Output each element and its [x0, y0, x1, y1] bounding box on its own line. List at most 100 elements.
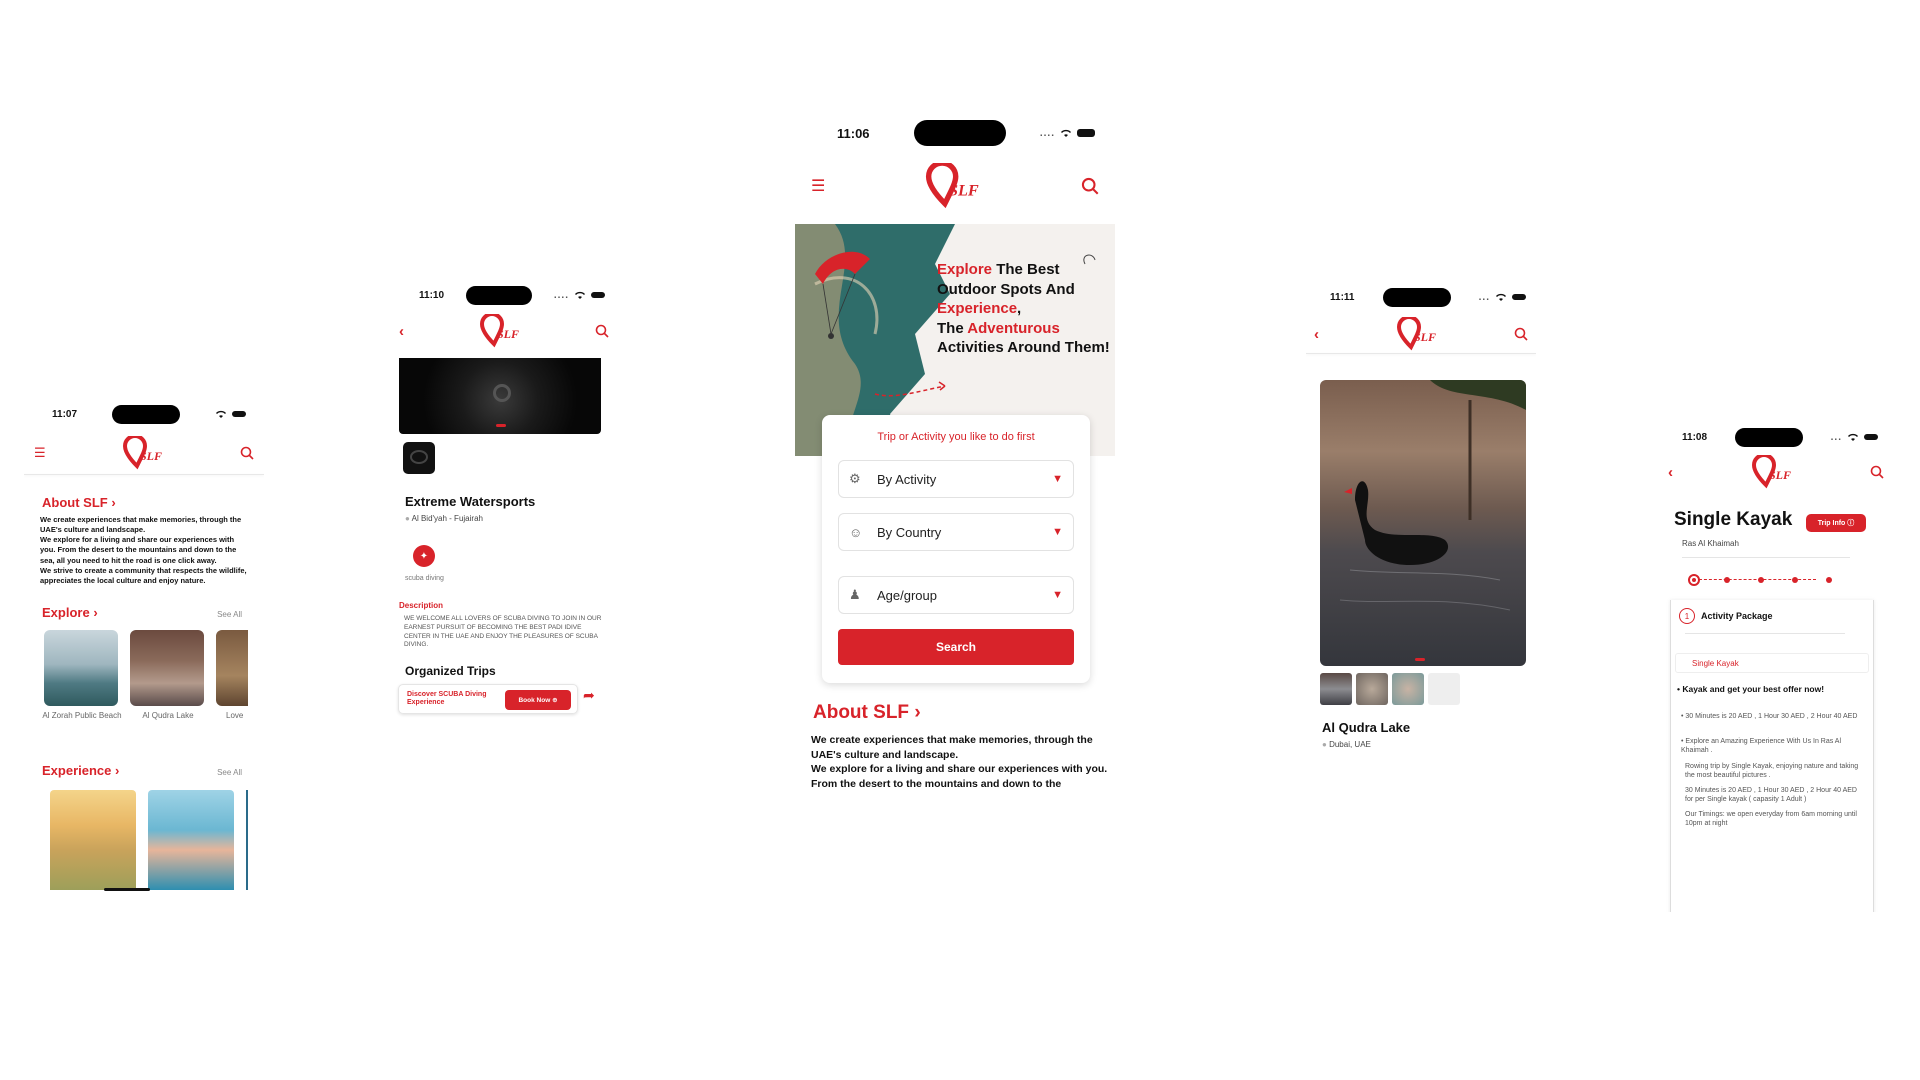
slf-logo[interactable]: SLF	[122, 436, 163, 470]
phone-screen-activity-detail: 11:10 .... ‹ SLF Extreme Watersports ● A…	[393, 275, 615, 745]
explore-card-image[interactable]	[130, 630, 204, 706]
explore-card-image[interactable]	[44, 630, 118, 706]
about-title: About SLF	[813, 702, 910, 723]
back-arrow-icon[interactable]: ‹	[399, 323, 404, 340]
back-arrow-icon[interactable]: ‹	[1668, 464, 1673, 481]
status-bar: 11:08 ...	[1660, 427, 1892, 447]
book-now-button[interactable]: Book Now ⊕	[505, 690, 571, 710]
gallery-thumbnail[interactable]	[1356, 673, 1388, 705]
status-time: 11:10	[419, 289, 445, 301]
activity-location: ● Al Bid'yah - Fujairah	[405, 514, 483, 523]
slf-logo[interactable]: SLF	[1751, 455, 1792, 489]
app-header: ‹ SLF	[393, 312, 615, 350]
location-pin-icon: ●	[1322, 740, 1327, 749]
dynamic-island	[1382, 287, 1451, 307]
hero-line1-rest: The Best	[992, 261, 1060, 278]
wifi-icon	[1060, 129, 1071, 137]
back-arrow-icon[interactable]: ‹	[1314, 326, 1319, 343]
country-icon: ☺	[849, 524, 863, 540]
signal-icon: ....	[1039, 127, 1055, 139]
country-select[interactable]: ☺ By Country ▼	[838, 513, 1074, 551]
experience-card-image[interactable]	[50, 790, 136, 890]
activity-icon: ⚙	[849, 471, 861, 486]
stepper-step[interactable]	[1724, 577, 1730, 583]
chevron-down-icon: ▼	[1052, 526, 1063, 538]
experience-heading[interactable]: Experience ›	[42, 763, 119, 778]
chevron-down-icon: ▼	[1052, 473, 1063, 485]
dynamic-island	[111, 404, 180, 424]
experience-see-all[interactable]: See All	[217, 768, 242, 777]
status-icons: ....	[1040, 128, 1095, 139]
gallery-thumbnail[interactable]	[1320, 673, 1352, 705]
explore-card-image[interactable]	[216, 630, 248, 706]
experience-card-image[interactable]	[148, 790, 234, 890]
hero-line3-accent: Experience	[937, 300, 1018, 317]
activity-select[interactable]: ⚙ By Activity ▼	[838, 460, 1074, 498]
package-bullet: • Explore an Amazing Experience With Us …	[1681, 738, 1842, 755]
gallery-thumbnail[interactable]	[1428, 673, 1460, 705]
search-card: Trip or Activity you like to do first ⚙ …	[822, 415, 1090, 683]
menu-icon[interactable]: ☰	[811, 176, 825, 196]
search-icon[interactable]	[1870, 465, 1884, 479]
logo-text: SLF	[1414, 330, 1436, 344]
age-group-select[interactable]: ♟ Age/group ▼	[838, 576, 1074, 614]
stepper-step-active[interactable]	[1688, 574, 1700, 586]
logo-text: SLF	[1769, 468, 1791, 482]
app-header: ☰ SLF	[795, 160, 1115, 212]
stepper-step[interactable]	[1826, 577, 1832, 583]
explore-see-all[interactable]: See All	[217, 610, 242, 619]
trip-info-label: Trip Info	[1817, 519, 1846, 527]
gallery-thumbnail[interactable]	[403, 442, 435, 474]
hero-line4-pre: The	[937, 319, 968, 337]
slf-logo-mark: SLF	[1396, 317, 1436, 351]
status-bar: 11:11 ...	[1306, 287, 1536, 307]
slf-logo-mark: SLF	[479, 314, 519, 348]
place-location: ● Dubai, UAE	[1322, 740, 1371, 749]
divider	[1685, 633, 1845, 634]
app-header: ☰ SLF	[24, 431, 264, 475]
stepper-step[interactable]	[1758, 577, 1764, 583]
explore-card-label: Al Zorah Public Beach	[42, 711, 122, 720]
about-heading[interactable]: About SLF ›	[813, 702, 921, 724]
trip-info-button[interactable]: Trip Info ⓘ	[1806, 514, 1866, 532]
search-icon[interactable]	[595, 324, 609, 338]
logo-text: SLF	[497, 327, 519, 341]
slf-logo[interactable]: SLF	[925, 163, 981, 209]
stepper-step[interactable]	[1792, 577, 1798, 583]
share-icon[interactable]: ➦	[583, 687, 595, 704]
hero-line4-accent: Adventurous	[967, 319, 1060, 337]
place-hero-image	[1320, 380, 1526, 666]
search-icon[interactable]	[1081, 177, 1099, 195]
slf-logo-mark: SLF	[122, 436, 162, 470]
about-text: We create experiences that make memories…	[811, 734, 1108, 791]
explore-card-label: Love	[226, 711, 244, 720]
search-prompt: Trip or Activity you like to do first	[877, 431, 1035, 443]
package-option[interactable]: Single Kayak	[1675, 653, 1869, 673]
package-bullet: Our Timings: we open everyday from 6am m…	[1685, 811, 1857, 828]
scuba-diving-icon[interactable]: ✦	[413, 545, 435, 567]
trip-card[interactable]: Discover SCUBA Diving Experience Book No…	[398, 684, 578, 714]
explore-heading[interactable]: Explore ›	[42, 605, 98, 620]
about-heading[interactable]: About SLF ›	[42, 495, 116, 510]
dynamic-island	[913, 120, 1006, 146]
chevron-down-icon: ▼	[1052, 589, 1063, 601]
wifi-icon	[1848, 433, 1858, 441]
step-number-badge: 1	[1679, 608, 1695, 624]
battery-icon	[1076, 129, 1095, 137]
status-icons	[214, 409, 246, 419]
trip-card-title: Discover SCUBA Diving Experience	[407, 691, 487, 707]
gallery-thumbnail[interactable]	[1392, 673, 1424, 705]
hero-image	[399, 358, 601, 434]
search-icon[interactable]	[240, 446, 254, 460]
search-button[interactable]: Search	[838, 629, 1074, 665]
chevron-right-icon: ›	[115, 763, 120, 778]
slf-logo[interactable]: SLF	[1396, 317, 1437, 351]
divider	[1682, 557, 1850, 558]
signal-icon: ....	[553, 289, 569, 301]
slf-logo[interactable]: SLF	[479, 314, 520, 348]
status-icons: ...	[1831, 432, 1878, 443]
menu-icon[interactable]: ☰	[34, 445, 46, 461]
search-icon[interactable]	[1514, 327, 1528, 341]
logo-text: SLF	[140, 449, 162, 463]
hero-line3-rest: ,	[1017, 300, 1022, 317]
